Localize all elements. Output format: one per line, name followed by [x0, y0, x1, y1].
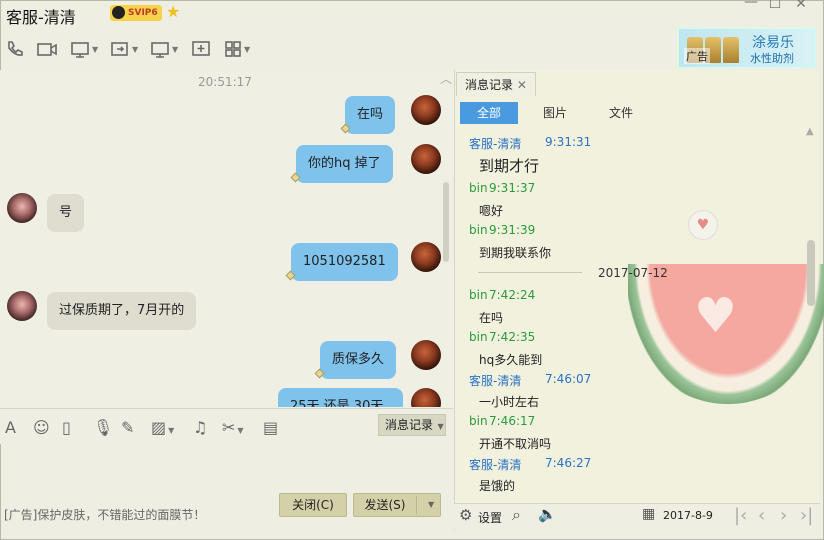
- filter-tab-images[interactable]: 图片: [532, 102, 578, 124]
- ad-brand: 涂易乐: [752, 35, 794, 51]
- next-page-icon[interactable]: ›: [780, 505, 787, 526]
- send-button[interactable]: 发送(S) ▼: [353, 493, 441, 517]
- sender-name: bin: [469, 330, 488, 344]
- collapse-icon[interactable]: ︿: [440, 70, 452, 87]
- minimize-icon[interactable]: —: [740, 0, 762, 10]
- history-message[interactable]: 是饿的: [479, 477, 515, 494]
- music-icon[interactable]: ♫: [193, 418, 207, 437]
- filter-tab-files[interactable]: 文件: [598, 102, 644, 124]
- close-icon[interactable]: ✕: [517, 78, 527, 92]
- history-tab-label: 消息记录: [465, 78, 514, 92]
- settings-icon[interactable]: ⚙: [459, 506, 472, 524]
- message-time: 7:42:24: [489, 288, 536, 302]
- history-message[interactable]: 到期我联系你: [479, 244, 551, 261]
- message-bubble[interactable]: 过保质期了，7月开的: [47, 292, 197, 330]
- avatar[interactable]: [7, 291, 37, 321]
- message-bubble[interactable]: 在吗: [345, 96, 396, 134]
- message-bubble[interactable]: 25天 还是 30天: [278, 388, 403, 407]
- history-message[interactable]: 嗯好: [479, 202, 503, 219]
- close-icon[interactable]: ✕: [790, 0, 812, 12]
- speaker-icon[interactable]: 🔈: [538, 505, 557, 523]
- avatar[interactable]: [411, 144, 441, 174]
- add-icon[interactable]: [191, 38, 211, 60]
- pen-icon[interactable]: ✎: [121, 418, 134, 437]
- message-bubble[interactable]: 1051092581: [291, 243, 398, 281]
- font-icon[interactable]: A: [5, 418, 16, 437]
- avatar[interactable]: [411, 388, 441, 407]
- clipboard-icon[interactable]: ▤: [263, 418, 278, 437]
- date-divider-line: [478, 272, 582, 273]
- message-bubble[interactable]: 质保多久: [320, 341, 397, 379]
- history-message[interactable]: hq多久能到: [479, 351, 542, 368]
- clipped-message: 25天 还是 30天: [278, 388, 448, 407]
- history-button-label: 消息记录: [385, 418, 434, 432]
- history-message[interactable]: 在吗: [479, 309, 503, 326]
- avatar[interactable]: [411, 340, 441, 370]
- screen-share-icon[interactable]: ▼: [70, 38, 98, 60]
- star-icon[interactable]: ★: [166, 2, 180, 21]
- ad-tag: 广告: [684, 48, 710, 64]
- avatar[interactable]: [411, 242, 441, 272]
- close-button[interactable]: 关闭(C): [279, 493, 347, 517]
- send-button-label: 发送(S): [364, 498, 406, 512]
- chat-scrollbar[interactable]: [443, 182, 449, 262]
- message-time: 9:31:31: [545, 135, 592, 149]
- sender-name: 客服-清清: [469, 374, 522, 388]
- message-time: 7:46:17: [489, 414, 536, 428]
- voice-icon[interactable]: 🎙: [93, 418, 113, 437]
- sender-name: bin: [469, 288, 488, 302]
- settings-label[interactable]: 设置: [478, 509, 502, 526]
- search-icon[interactable]: ⌕: [512, 505, 521, 525]
- message-time: 7:42:35: [489, 330, 536, 344]
- heart-decoration: ♥: [694, 288, 738, 344]
- maximize-icon[interactable]: ☐: [764, 0, 786, 12]
- sender-name: bin: [469, 414, 488, 428]
- history-message[interactable]: 一小时左右: [479, 393, 539, 410]
- history-message[interactable]: 到期才行: [479, 155, 539, 176]
- send-options-icon[interactable]: ▼: [428, 494, 434, 516]
- emoji-icon[interactable]: ☺: [33, 418, 50, 437]
- image-icon[interactable]: ▨ ▼: [151, 418, 174, 437]
- sender-name: 客服-清清: [469, 458, 522, 472]
- message-bubble[interactable]: 你的hq 掉了: [296, 145, 393, 183]
- message-timestamp: 20:51:17: [198, 75, 252, 89]
- history-scrollbar[interactable]: [807, 240, 815, 306]
- sender-name: bin: [469, 181, 488, 195]
- sender-name: 客服-清清: [469, 137, 522, 151]
- sender-name: bin: [469, 223, 488, 237]
- history-message[interactable]: 开通不取消吗: [479, 435, 551, 452]
- prev-page-icon[interactable]: ‹: [758, 505, 765, 526]
- video-icon[interactable]: [36, 38, 58, 60]
- filter-tab-all[interactable]: 全部: [460, 102, 518, 124]
- date-divider: 2017-07-12: [598, 266, 668, 280]
- message-bubble[interactable]: 号: [47, 194, 85, 232]
- message-time: 7:46:07: [545, 372, 592, 386]
- remote-desktop-icon[interactable]: ▼: [150, 38, 178, 60]
- heart-bubble-decoration: ♥: [688, 210, 718, 240]
- avatar[interactable]: [411, 95, 441, 125]
- calendar-icon[interactable]: ▦: [642, 506, 655, 522]
- avatar[interactable]: [7, 193, 37, 223]
- message-time: 7:46:27: [545, 456, 592, 470]
- history-tab[interactable]: 消息记录 ✕: [456, 72, 536, 96]
- phone-icon[interactable]: [6, 38, 24, 60]
- scissors-icon[interactable]: ✂ ▼: [222, 418, 244, 437]
- vip-badge[interactable]: SVIP6: [110, 5, 162, 21]
- window-title: 客服-清清: [6, 8, 76, 27]
- scroll-up-icon[interactable]: ▲: [806, 126, 814, 137]
- transfer-icon[interactable]: ▼: [110, 38, 138, 60]
- current-date[interactable]: 2017-8-9: [663, 509, 713, 522]
- footer-ad-link[interactable]: [广告]保护皮肤，不错能过的面膜节！: [4, 506, 205, 523]
- first-page-icon[interactable]: |‹: [734, 505, 747, 526]
- message-time: 9:31:39: [489, 223, 536, 237]
- history-button[interactable]: 消息记录 ▼: [378, 414, 446, 436]
- message-time: 9:31:37: [489, 181, 536, 195]
- apps-icon[interactable]: ▼: [224, 38, 250, 60]
- last-page-icon[interactable]: ›|: [800, 505, 813, 526]
- vibrate-icon[interactable]: ▯: [62, 418, 71, 437]
- ad-slogan: 水性助剂: [750, 52, 794, 65]
